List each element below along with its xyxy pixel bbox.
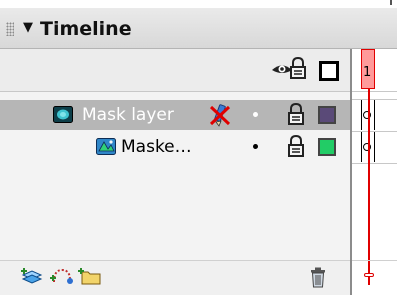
frames-bottom-bar bbox=[352, 260, 397, 295]
layer-name-masked[interactable]: Maske… bbox=[121, 137, 192, 157]
layer-row-masked[interactable]: Maske… bbox=[0, 132, 350, 162]
padlock-icon[interactable] bbox=[289, 57, 307, 79]
frame-ruler[interactable]: 1 bbox=[352, 49, 397, 92]
frame-number: 1 bbox=[363, 65, 372, 80]
masked-layer-icon bbox=[96, 138, 116, 155]
layer-row-mask[interactable]: Mask layer bbox=[0, 100, 350, 130]
edge-mark bbox=[390, 0, 392, 5]
padlock-icon[interactable] bbox=[287, 135, 305, 157]
trash-icon[interactable] bbox=[309, 266, 327, 288]
collapse-arrow-icon[interactable]: ▼ bbox=[23, 21, 33, 35]
outline-color-swatch[interactable] bbox=[318, 138, 336, 156]
layer-toolbar bbox=[0, 260, 350, 295]
mask-layer-icon bbox=[53, 106, 73, 123]
frames-area[interactable]: 1 bbox=[352, 49, 397, 295]
frame-row-separator bbox=[352, 163, 397, 164]
layer-name-mask[interactable]: Mask layer bbox=[82, 105, 174, 125]
layer-pane: Mask layer Maske… bbox=[0, 49, 350, 295]
insert-folder-icon[interactable] bbox=[78, 266, 102, 286]
panel-edge bbox=[340, 0, 397, 8]
playhead-marker bbox=[364, 273, 374, 277]
insert-layer-icon[interactable] bbox=[21, 266, 43, 286]
visibility-dot[interactable] bbox=[253, 112, 258, 117]
outline-square-icon[interactable] bbox=[319, 61, 339, 81]
visibility-dot[interactable] bbox=[253, 144, 258, 149]
playhead-line bbox=[368, 89, 370, 285]
timeline-panel: ▼ Timeline Mask layer Maske… 1 bbox=[0, 0, 397, 295]
add-motion-guide-icon[interactable] bbox=[50, 266, 74, 286]
layer-header-row bbox=[0, 49, 350, 92]
grip-icon[interactable] bbox=[6, 22, 14, 36]
padlock-icon[interactable] bbox=[287, 103, 305, 125]
panel-title-bar[interactable]: ▼ Timeline bbox=[0, 8, 397, 49]
outline-color-swatch[interactable] bbox=[318, 106, 336, 124]
pencil-crossed-icon[interactable] bbox=[208, 103, 232, 127]
panel-title: Timeline bbox=[40, 18, 132, 40]
